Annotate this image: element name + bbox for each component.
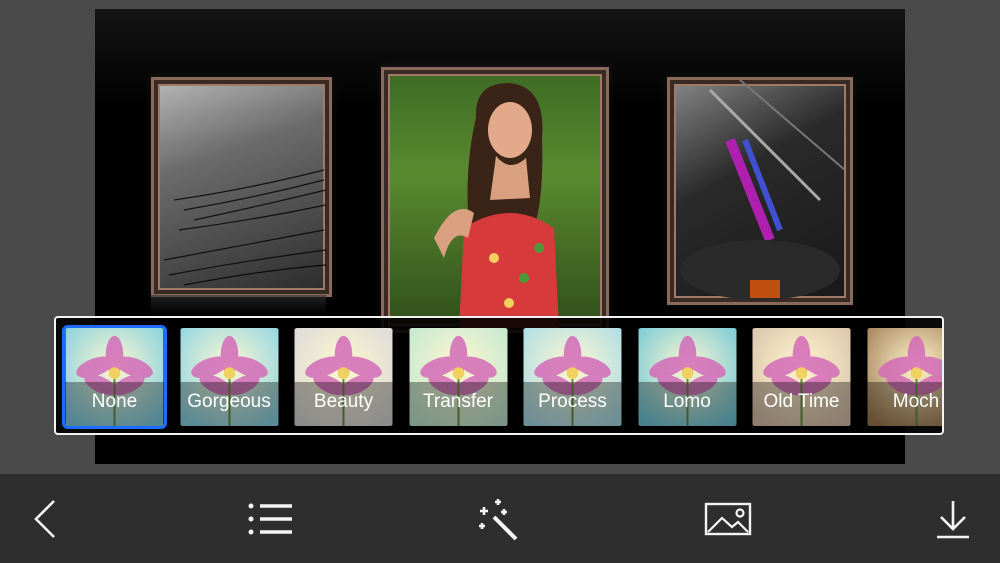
filter-label: Moch xyxy=(866,382,942,426)
filter-process-thumb[interactable]: Process xyxy=(523,328,622,426)
filter-label: Old Time xyxy=(752,382,851,426)
filter-moch-thumb[interactable]: Moch xyxy=(866,328,942,426)
magic-wand-icon xyxy=(479,499,518,541)
filter-label: None xyxy=(65,382,164,426)
filter-beauty-thumb[interactable]: Beauty xyxy=(294,328,393,426)
filter-label: Transfer xyxy=(408,382,508,426)
filter-gorgeous-thumb[interactable]: Gorgeous xyxy=(179,328,279,426)
back-button[interactable] xyxy=(20,494,70,544)
frame-reflection xyxy=(151,295,326,315)
filter-label: Beauty xyxy=(294,382,393,426)
gallery-button[interactable] xyxy=(703,494,753,544)
feather-decoration xyxy=(163,169,327,286)
save-button[interactable] xyxy=(928,494,978,544)
filter-lomo-thumb[interactable]: Lomo xyxy=(637,328,737,426)
chevron-left-icon xyxy=(34,500,55,538)
bottom-toolbar xyxy=(0,474,1000,563)
filter-strip[interactable]: None Gorgeous Beauty Transfer Process Lomo Old… xyxy=(54,316,944,435)
list-icon xyxy=(248,503,292,535)
filter-old-time-thumb[interactable]: Old Time xyxy=(752,328,851,426)
effects-button[interactable] xyxy=(473,494,523,544)
filter-none-thumb[interactable]: None xyxy=(62,325,167,429)
center-photo-frame[interactable] xyxy=(381,67,609,333)
filter-label: Gorgeous xyxy=(179,382,279,426)
download-icon xyxy=(937,501,969,539)
menu-button[interactable] xyxy=(245,494,295,544)
filter-label: Lomo xyxy=(637,382,737,426)
filter-label: Process xyxy=(523,382,622,426)
image-icon xyxy=(704,502,752,536)
right-photo-frame[interactable] xyxy=(667,77,853,305)
filter-transfer-thumb[interactable]: Transfer xyxy=(408,328,508,426)
portrait-photo xyxy=(434,83,559,328)
umbrella-decoration xyxy=(680,80,846,300)
left-photo-frame[interactable] xyxy=(151,77,332,297)
